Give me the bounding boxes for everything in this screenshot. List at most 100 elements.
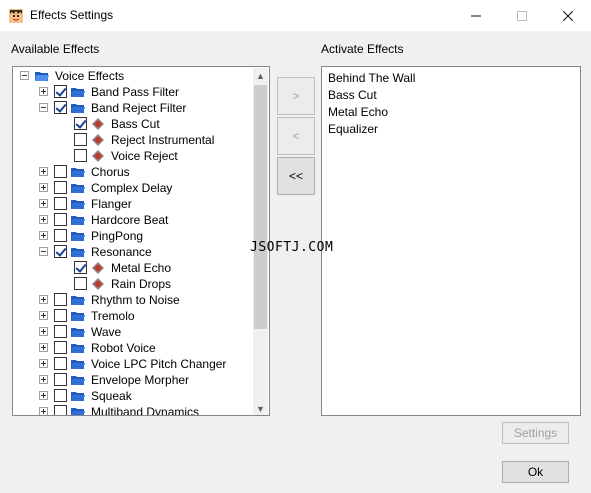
effect-checkbox[interactable] xyxy=(54,229,67,242)
folder-icon xyxy=(71,328,85,337)
effect-diamond-icon xyxy=(92,150,104,162)
expand-toggle[interactable] xyxy=(39,87,48,96)
collapse-toggle[interactable] xyxy=(39,247,48,256)
tree-row-label: Bass Cut xyxy=(111,117,160,131)
active-effect-item[interactable]: Metal Echo xyxy=(328,105,388,119)
expand-toggle[interactable] xyxy=(39,343,48,352)
tree-row[interactable]: Rain Drops xyxy=(13,276,255,292)
effect-checkbox[interactable] xyxy=(54,309,67,322)
tree-row[interactable]: Envelope Morpher xyxy=(13,372,255,388)
effect-checkbox[interactable] xyxy=(54,357,67,370)
effect-checkbox[interactable] xyxy=(54,197,67,210)
tree-row[interactable]: Tremolo xyxy=(13,308,255,324)
folder-icon xyxy=(71,344,85,353)
effect-checkbox[interactable] xyxy=(54,85,67,98)
minimize-button[interactable] xyxy=(453,0,499,31)
expand-toggle[interactable] xyxy=(39,311,48,320)
folder-icon xyxy=(71,376,85,385)
expand-toggle[interactable] xyxy=(39,327,48,336)
expand-toggle[interactable] xyxy=(39,359,48,368)
effect-checkbox[interactable] xyxy=(54,165,67,178)
tree-row[interactable]: Rhythm to Noise xyxy=(13,292,255,308)
tree-row-label: Squeak xyxy=(91,389,132,403)
tree-row[interactable]: Multiband Dynamics xyxy=(13,404,255,415)
tree-row-label: Multiband Dynamics xyxy=(91,405,200,415)
effect-checkbox[interactable] xyxy=(54,293,67,306)
effect-checkbox[interactable] xyxy=(54,389,67,402)
tree-row[interactable]: Metal Echo xyxy=(13,260,255,276)
effect-checkbox[interactable] xyxy=(74,261,87,274)
scroll-down-arrow-icon[interactable]: ▼ xyxy=(253,401,268,415)
activate-effects-label: Activate Effects xyxy=(321,42,404,56)
active-effect-item[interactable]: Bass Cut xyxy=(328,88,377,102)
scroll-up-arrow-icon[interactable]: ▲ xyxy=(253,68,268,83)
expand-toggle[interactable] xyxy=(39,231,48,240)
add-effect-button[interactable]: > xyxy=(277,77,315,115)
tree-row[interactable]: Squeak xyxy=(13,388,255,404)
effect-checkbox[interactable] xyxy=(54,373,67,386)
effect-checkbox[interactable] xyxy=(54,405,67,415)
tree-row[interactable]: Hardcore Beat xyxy=(13,212,255,228)
effect-checkbox[interactable] xyxy=(54,245,67,258)
folder-icon xyxy=(71,408,85,415)
tree-row[interactable]: PingPong xyxy=(13,228,255,244)
tree-row[interactable]: Band Reject Filter xyxy=(13,100,255,116)
effect-checkbox[interactable] xyxy=(74,117,87,130)
tree-row[interactable]: Band Pass Filter xyxy=(13,84,255,100)
tree-row[interactable]: Complex Delay xyxy=(13,180,255,196)
maximize-button[interactable] xyxy=(499,0,545,31)
available-effects-tree[interactable]: Voice Effects Band Pass Filter Band Rejec… xyxy=(12,66,270,416)
active-effect-item[interactable]: Equalizer xyxy=(328,122,378,136)
tree-row-label: Tremolo xyxy=(91,309,135,323)
folder-icon xyxy=(71,184,85,193)
tree-row-label: Envelope Morpher xyxy=(91,373,190,387)
expand-toggle[interactable] xyxy=(39,183,48,192)
expand-toggle[interactable] xyxy=(39,407,48,415)
expand-toggle[interactable] xyxy=(39,167,48,176)
effect-checkbox[interactable] xyxy=(54,213,67,226)
tree-row[interactable]: Resonance xyxy=(13,244,255,260)
effect-checkbox[interactable] xyxy=(54,101,67,114)
expand-toggle[interactable] xyxy=(39,215,48,224)
folder-icon xyxy=(71,312,85,321)
effect-checkbox[interactable] xyxy=(54,181,67,194)
effect-checkbox[interactable] xyxy=(54,325,67,338)
folder-open-icon xyxy=(35,72,49,81)
effect-checkbox[interactable] xyxy=(74,149,87,162)
remove-effect-button[interactable]: < xyxy=(277,117,315,155)
tree-row-label: Hardcore Beat xyxy=(91,213,169,227)
tree-row-label: Wave xyxy=(91,325,122,339)
ok-button[interactable]: Ok xyxy=(502,461,569,483)
active-effects-list[interactable]: Behind The Wall Bass Cut Metal Echo Equa… xyxy=(321,66,581,416)
tree-row[interactable]: Flanger xyxy=(13,196,255,212)
folder-icon xyxy=(71,216,85,225)
scroll-thumb[interactable] xyxy=(254,85,267,329)
expand-toggle[interactable] xyxy=(39,375,48,384)
expand-toggle[interactable] xyxy=(39,391,48,400)
close-button[interactable] xyxy=(545,0,591,31)
folder-icon xyxy=(71,232,85,241)
tree-row[interactable]: Robot Voice xyxy=(13,340,255,356)
active-effect-item[interactable]: Behind The Wall xyxy=(328,71,415,85)
tree-row-label: Chorus xyxy=(91,165,130,179)
collapse-toggle[interactable] xyxy=(39,103,48,112)
tree-root-row[interactable]: Voice Effects xyxy=(13,68,255,84)
close-icon xyxy=(563,10,573,21)
tree-row[interactable]: Bass Cut xyxy=(13,116,255,132)
tree-row[interactable]: Wave xyxy=(13,324,255,340)
settings-button[interactable]: Settings xyxy=(502,422,569,444)
tree-row[interactable]: Reject Instrumental xyxy=(13,132,255,148)
expand-toggle[interactable] xyxy=(39,199,48,208)
folder-icon xyxy=(71,168,85,177)
tree-row[interactable]: Voice LPC Pitch Changer xyxy=(13,356,255,372)
remove-all-button[interactable]: << xyxy=(277,157,315,195)
effect-checkbox[interactable] xyxy=(74,277,87,290)
effect-checkbox[interactable] xyxy=(54,341,67,354)
tree-row[interactable]: Chorus xyxy=(13,164,255,180)
expand-toggle[interactable] xyxy=(39,295,48,304)
minimize-icon xyxy=(471,15,481,16)
collapse-toggle[interactable] xyxy=(20,71,29,80)
effect-checkbox[interactable] xyxy=(74,133,87,146)
folder-icon xyxy=(71,296,85,305)
tree-row[interactable]: Voice Reject xyxy=(13,148,255,164)
